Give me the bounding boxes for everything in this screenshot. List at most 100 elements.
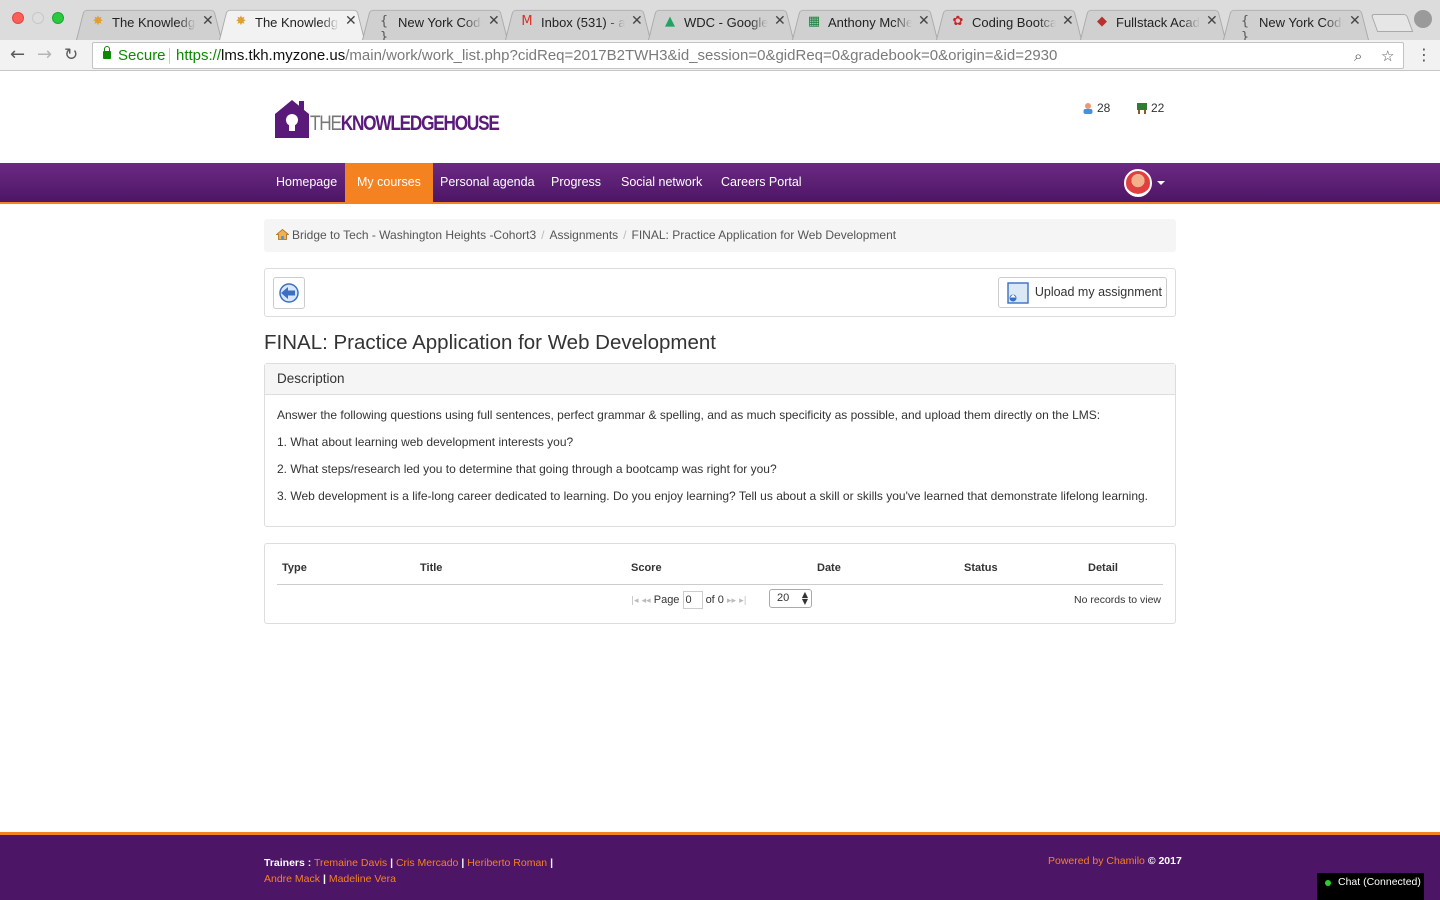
submissions-grid: Type Title Score Date Status Detail |◂ ◂… [264,543,1176,624]
page: THEKNOWLEDGEHOUSE 28 22 Homepage My cours… [0,72,1440,900]
back-arrow-icon[interactable]: ← [10,44,25,66]
column-title[interactable]: Title [420,562,442,574]
trainer-link[interactable]: Tremaine Davis [314,857,387,869]
tab-close-icon[interactable]: ✕ [488,13,500,29]
nav-item-careers-portal[interactable]: Careers Portal [709,163,814,202]
browser-tab[interactable]: ✸ The Knowledge ✕ [219,6,365,40]
window-close-button[interactable] [12,12,24,24]
forward-arrow-icon[interactable]: → [37,44,52,66]
browser-tab[interactable]: { } New York Code ✕ [362,6,508,45]
prev-page-icon[interactable]: ◂◂ [642,596,651,606]
breadcrumb-separator: / [541,228,545,242]
new-tab-button[interactable] [1370,14,1414,32]
window-zoom-button[interactable] [52,12,64,24]
column-status[interactable]: Status [964,562,998,574]
trainer-link[interactable]: Cris Mercado [396,857,458,869]
browser-tab[interactable]: ▲ WDC - Google D ✕ [648,6,794,40]
users-count[interactable]: 28 [1082,101,1110,115]
rows-per-page-select[interactable]: 20 ▲ ▼ [769,589,812,608]
no-records-label: No records to view [1074,594,1161,606]
tab-close-icon[interactable]: ✕ [631,13,643,29]
zoom-search-icon[interactable]: ⌕ [1354,47,1362,65]
secure-label: Secure [118,47,166,64]
browser-tab[interactable]: ◆ Fullstack Acade ✕ [1080,6,1226,40]
nav-item-progress[interactable]: Progress [539,163,613,202]
breadcrumb-assignments[interactable]: Assignments [549,228,618,242]
column-type[interactable]: Type [282,562,307,574]
pinwheel-icon: ✸ [92,14,104,29]
browser-tab[interactable]: ✿ Coding Bootcam ✕ [936,6,1082,40]
last-page-icon[interactable]: ▸| [739,596,747,606]
tab-title: Inbox (531) - ar [541,15,625,30]
browser-tab[interactable]: M Inbox (531) - ar ✕ [505,6,651,40]
browser-tab[interactable]: { } New York Code ✕ [1223,6,1369,45]
knowledgehouse-logo[interactable]: THEKNOWLEDGEHOUSE [272,96,500,142]
chat-status-button[interactable]: Chat (Connected) [1317,873,1424,900]
page-of-label: of 0 [705,593,724,606]
window-minimize-button[interactable] [32,12,44,24]
pager: |◂ ◂◂ Page 0 of 0 ▸▸ ▸| [631,591,747,609]
nav-item-social-network[interactable]: Social network [609,163,714,202]
browser-profile-icon[interactable] [1414,10,1432,28]
tab-close-icon[interactable]: ✕ [1062,13,1074,29]
powered-by: Powered by Chamilo © 2017 [1048,855,1182,867]
trainer-link[interactable]: Heriberto Roman [467,857,547,869]
user-icon [1083,103,1093,114]
description-panel: Description Answer the following questio… [264,363,1176,527]
back-arrow-icon [279,283,299,303]
braces-icon: { } [379,14,389,45]
bookmark-star-icon[interactable]: ☆ [1381,47,1394,65]
address-bar[interactable]: Secure https://lms.tkh.myzone.us/main/wo… [92,42,1404,69]
tab-title: Coding Bootcam [972,15,1056,30]
tab-close-icon[interactable]: ✕ [202,13,214,29]
bootcamp-icon: ✿ [952,14,964,29]
tab-title: Anthony McNeil [828,15,912,30]
logo-name: KNOWLEDGEHOUSE [340,112,500,135]
reload-icon[interactable]: ↻ [64,44,78,66]
trainer-link[interactable]: Andre Mack [264,873,320,885]
sheets-icon: ▦ [807,14,821,29]
nav-item-homepage[interactable]: Homepage [264,163,349,202]
courses-count[interactable]: 22 [1136,101,1164,115]
rows-per-page-value: 20 [777,592,790,604]
trainers-list: Trainers : Tremaine Davis | Cris Mercado… [264,857,554,885]
drive-icon: ▲ [665,14,675,29]
grid-header: Type Title Score Date Status Detail [277,555,1163,585]
user-avatar[interactable] [1124,169,1152,197]
tab-title: New York Code [1259,15,1343,30]
tab-close-icon[interactable]: ✕ [774,13,786,29]
back-button[interactable] [273,277,305,309]
upload-assignment-button[interactable]: Upload my assignment [997,277,1167,308]
url-text[interactable]: https://lms.tkh.myzone.us/main/work/work… [176,47,1057,64]
nav-item-personal-agenda[interactable]: Personal agenda [428,163,547,202]
tab-close-icon[interactable]: ✕ [345,13,357,29]
column-score[interactable]: Score [631,562,662,574]
column-detail[interactable]: Detail [1088,562,1118,574]
upload-assignment-label: Upload my assignment [1034,285,1162,299]
next-page-icon[interactable]: ▸▸ [727,596,736,606]
main-navigation: Homepage My courses Personal agenda Progres… [0,163,1440,204]
tab-title: New York Code [398,15,482,30]
browser-menu-icon[interactable]: ⋮ [1416,45,1432,64]
home-icon[interactable] [276,229,289,240]
browser-tab[interactable]: ✸ The Knowledge ✕ [76,6,222,40]
pinwheel-icon: ✸ [235,14,247,29]
tab-close-icon[interactable]: ✕ [1206,13,1218,29]
fullstack-icon: ◆ [1097,14,1107,29]
trainer-link[interactable]: Madeline Vera [329,873,396,885]
breadcrumb-course[interactable]: Bridge to Tech - Washington Heights -Coh… [292,228,536,242]
chamilo-link[interactable]: Powered by Chamilo [1048,855,1145,867]
course-board-icon [1137,103,1147,114]
courses-count-value: 22 [1151,101,1165,115]
first-page-icon[interactable]: |◂ [631,596,639,606]
column-date[interactable]: Date [817,562,841,574]
chevron-down-icon[interactable] [1157,181,1165,185]
nav-item-my-courses[interactable]: My courses [345,163,433,202]
page-input[interactable]: 0 [682,591,703,609]
breadcrumb-separator: / [623,228,627,242]
tab-close-icon[interactable]: ✕ [1349,13,1361,29]
tab-close-icon[interactable]: ✕ [918,13,930,29]
footer: Trainers : Tremaine Davis | Cris Mercado… [0,832,1440,900]
browser-tab[interactable]: ▦ Anthony McNeil ✕ [792,6,938,40]
question-2: 2. What steps/research led you to determ… [277,462,777,476]
